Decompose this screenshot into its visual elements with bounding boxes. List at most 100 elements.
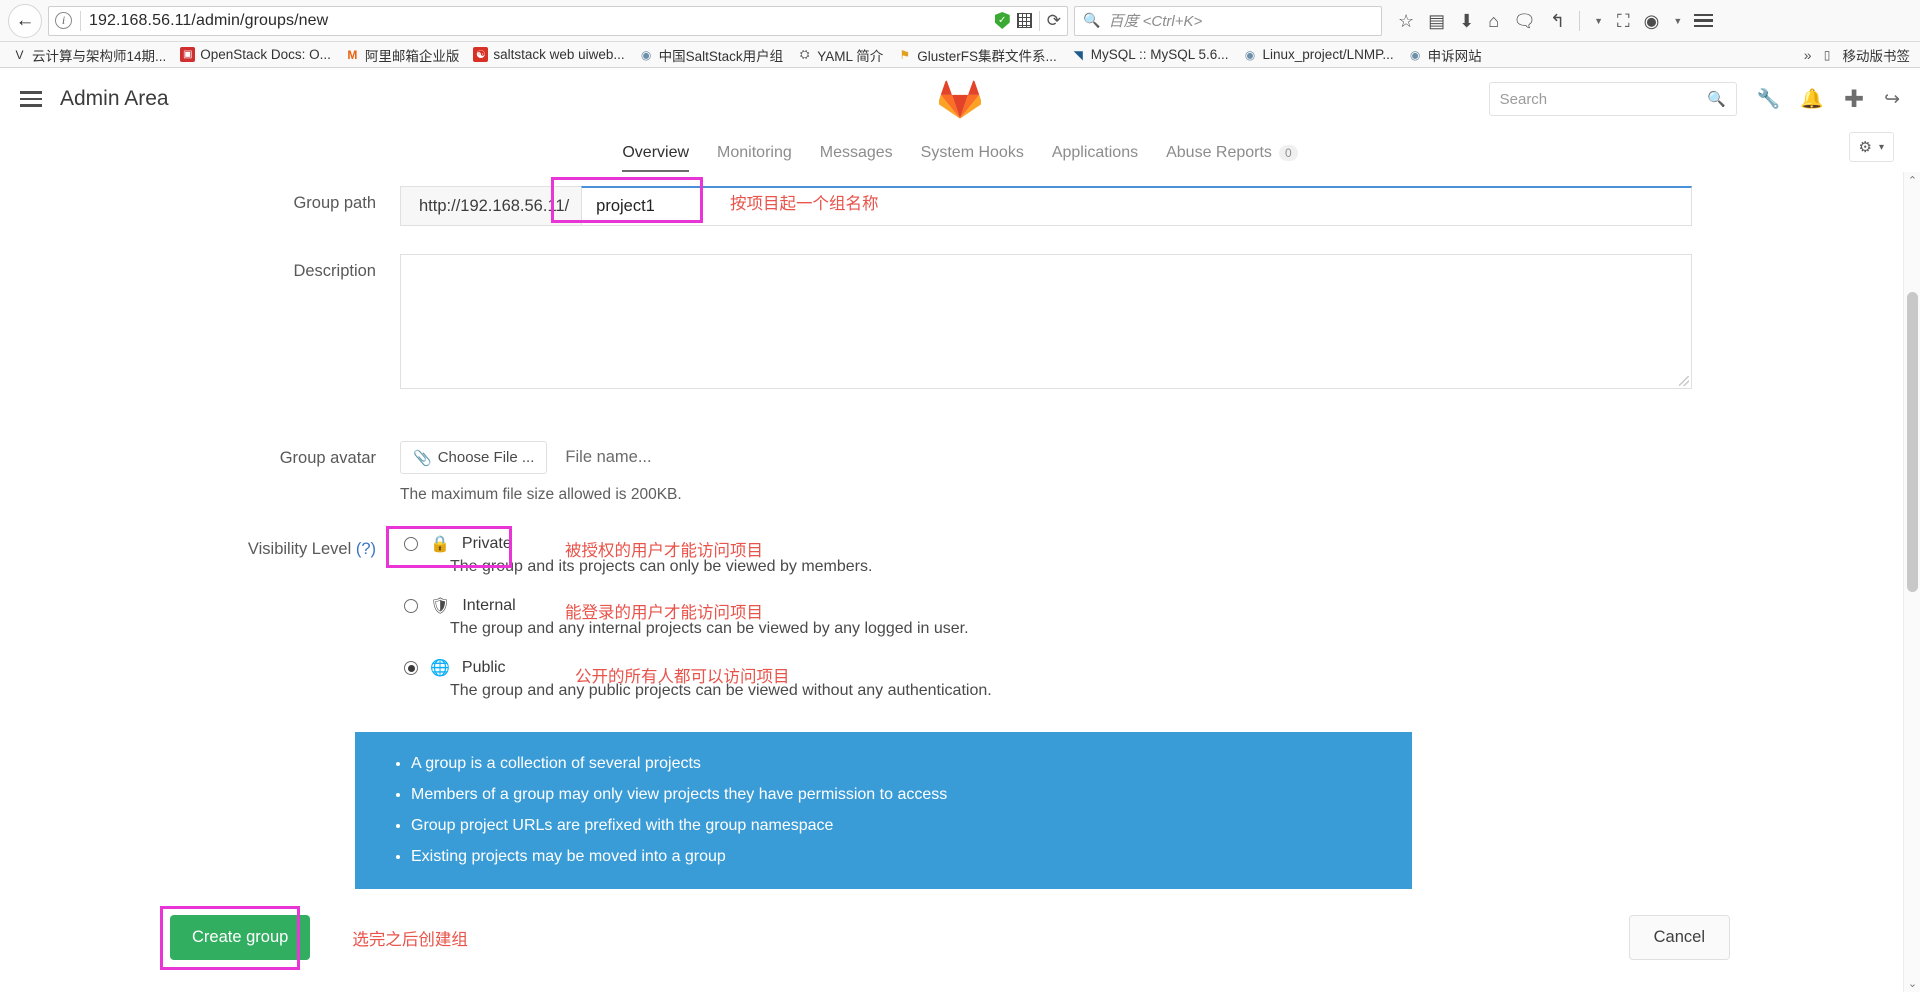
toolbar-divider bbox=[1579, 10, 1581, 31]
plus-icon[interactable]: ✚ bbox=[1844, 85, 1864, 114]
gitlab-logo-icon[interactable] bbox=[939, 80, 981, 120]
url-bar[interactable]: i 192.168.56.11/admin/groups/new ⟳ bbox=[48, 5, 1068, 36]
account-icon[interactable]: ◉ bbox=[1644, 12, 1660, 30]
cancel-button[interactable]: Cancel bbox=[1628, 915, 1730, 960]
visibility-label-text: Visibility Level bbox=[247, 540, 352, 558]
gitlab-header: Admin Area Search 🔍 🔧 🔔 ✚ ↪ bbox=[0, 68, 1920, 130]
info-list-item: Group project URLs are prefixed with the… bbox=[411, 816, 1392, 836]
browser-toolbar: ← i 192.168.56.11/admin/groups/new ⟳ 🔍 百… bbox=[0, 0, 1920, 42]
bookmark-item[interactable]: ◥ MySQL :: MySQL 5.6... bbox=[1065, 45, 1235, 64]
bookmark-item[interactable]: ⚑ GlusterFS集群文件系... bbox=[891, 43, 1063, 67]
radio-private[interactable] bbox=[404, 537, 418, 551]
visibility-option-private[interactable]: 🔒 Private The group and its projects can… bbox=[386, 526, 1790, 576]
settings-dropdown-button[interactable]: ⚙ ▾ bbox=[1848, 132, 1894, 162]
bookmark-item[interactable]: ⛭ YAML 简介 bbox=[791, 43, 889, 67]
security-shield-icon[interactable] bbox=[994, 12, 1010, 29]
bookmarks-overflow-icon[interactable]: » bbox=[1804, 47, 1812, 63]
bookmark-item[interactable]: ◉ 中国SaltStack用户组 bbox=[633, 43, 790, 67]
form-row-description: Description bbox=[0, 254, 1920, 389]
tab-overview[interactable]: Overview bbox=[622, 144, 689, 172]
visibility-help-link[interactable]: (?) bbox=[356, 540, 376, 558]
visibility-option-public[interactable]: 🌐 Public The group and any public projec… bbox=[400, 652, 1790, 700]
radio-public[interactable] bbox=[404, 661, 418, 675]
tab-applications[interactable]: Applications bbox=[1052, 144, 1138, 172]
qr-code-icon[interactable] bbox=[1016, 13, 1032, 28]
bookmark-item[interactable]: ▣ OpenStack Docs: O... bbox=[174, 45, 337, 64]
page-scrollbar[interactable]: ⌃ ⌄ bbox=[1903, 172, 1920, 992]
bookmark-favicon: V bbox=[15, 47, 24, 62]
undo-icon[interactable]: ↰ bbox=[1550, 12, 1565, 30]
bookmark-favicon: ◥ bbox=[1073, 47, 1083, 62]
star-icon[interactable]: ☆ bbox=[1398, 12, 1414, 30]
bookmark-item[interactable]: ◉ 申诉网站 bbox=[1402, 43, 1488, 67]
resize-handle[interactable] bbox=[1679, 376, 1689, 386]
pocket-icon[interactable]: 🗨 bbox=[1513, 12, 1536, 30]
home-icon[interactable]: ⌂ bbox=[1488, 12, 1499, 30]
hamburger-menu-icon[interactable] bbox=[20, 90, 42, 108]
bell-icon[interactable]: 🔔 bbox=[1800, 87, 1824, 111]
bookmark-favicon: M bbox=[347, 47, 358, 62]
group-path-prefix: http://192.168.56.11/ bbox=[400, 186, 582, 226]
page-content: Group path http://192.168.56.11/ project… bbox=[0, 172, 1920, 992]
tab-label: System Hooks bbox=[920, 144, 1024, 161]
group-path-label: Group path bbox=[293, 194, 376, 212]
bookmark-item[interactable]: V 云计算与架构师14期... bbox=[6, 43, 172, 67]
visibility-option-label: Public bbox=[461, 659, 506, 676]
screenshot-icon[interactable]: ⛶ bbox=[1617, 12, 1630, 30]
radio-internal[interactable] bbox=[404, 599, 418, 613]
visibility-option-label: Private bbox=[461, 535, 512, 552]
browser-menu-icon[interactable] bbox=[1694, 13, 1714, 28]
url-text: 192.168.56.11/admin/groups/new bbox=[89, 11, 329, 29]
visibility-option-label: Internal bbox=[462, 597, 516, 614]
lock-icon: 🔒 bbox=[430, 536, 450, 553]
choose-file-button[interactable]: 📎 Choose File ... bbox=[400, 441, 548, 474]
downloads-icon[interactable]: ⬇ bbox=[1459, 12, 1474, 30]
annotation-group-path: 按项目起一个组名称 bbox=[730, 195, 879, 213]
tab-messages[interactable]: Messages bbox=[820, 144, 893, 172]
description-textarea[interactable] bbox=[400, 254, 1692, 389]
group-avatar-label: Group avatar bbox=[279, 449, 376, 467]
page-info-icon[interactable]: i bbox=[55, 12, 72, 29]
bookmark-label: MySQL :: MySQL 5.6... bbox=[1090, 47, 1229, 62]
bookmark-item[interactable]: M 阿里邮箱企业版 bbox=[339, 43, 466, 67]
gitlab-search-input[interactable]: Search 🔍 bbox=[1488, 82, 1737, 116]
tab-monitoring[interactable]: Monitoring bbox=[717, 144, 792, 172]
group-path-input-group[interactable]: http://192.168.56.11/ project1 bbox=[400, 186, 1692, 226]
create-group-button[interactable]: Create group bbox=[170, 915, 311, 960]
avatar-help-text: The maximum file size allowed is 200KB. bbox=[400, 486, 682, 503]
mobile-bookmarks-label[interactable]: 移动版书签 bbox=[1843, 45, 1911, 65]
search-icon: 🔍 bbox=[1706, 91, 1726, 108]
info-list-item: A group is a collection of several proje… bbox=[411, 754, 1392, 774]
info-list-item: Existing projects may be moved into a gr… bbox=[411, 847, 1392, 867]
bookmark-label: saltstack web uiweb... bbox=[493, 47, 625, 62]
chevron-down-icon-2[interactable]: ▼ bbox=[1673, 16, 1682, 26]
tab-abuse-reports[interactable]: Abuse Reports 0 bbox=[1166, 144, 1298, 172]
bookmark-label: 申诉网站 bbox=[1427, 48, 1482, 64]
library-icon[interactable]: ▤ bbox=[1428, 12, 1445, 30]
scroll-up-icon[interactable]: ⌃ bbox=[1904, 172, 1920, 189]
bookmark-favicon: ◉ bbox=[1409, 47, 1421, 62]
gear-icon: ⚙ bbox=[1858, 139, 1872, 156]
tab-system-hooks[interactable]: System Hooks bbox=[921, 144, 1024, 172]
new-group-form: Group path http://192.168.56.11/ project… bbox=[0, 177, 1920, 970]
page-title: Admin Area bbox=[60, 87, 169, 110]
choose-file-label: Choose File ... bbox=[437, 449, 535, 466]
bookmark-label: 中国SaltStack用户组 bbox=[658, 48, 784, 64]
annotation-private: 被授权的用户才能访问项目 bbox=[565, 542, 763, 560]
globe-icon: 🌐 bbox=[430, 660, 450, 677]
wrench-icon[interactable]: 🔧 bbox=[1757, 87, 1781, 111]
tab-label: Abuse Reports bbox=[1166, 144, 1272, 161]
browser-search-placeholder: 百度 <Ctrl+K> bbox=[1108, 13, 1203, 30]
chevron-down-icon[interactable]: ▼ bbox=[1594, 16, 1603, 26]
scroll-down-icon[interactable]: ⌄ bbox=[1904, 975, 1920, 992]
bookmark-favicon: ⚑ bbox=[899, 47, 911, 62]
browser-search-input[interactable]: 🔍 百度 <Ctrl+K> bbox=[1074, 5, 1382, 36]
gitlab-nav-tabs: Overview Monitoring Messages System Hook… bbox=[0, 130, 1920, 172]
scrollbar-thumb[interactable] bbox=[1907, 292, 1918, 592]
visibility-option-internal[interactable]: 🛡 Internal The group and any internal pr… bbox=[400, 590, 1790, 638]
back-arrow-icon[interactable]: ← bbox=[8, 3, 42, 38]
bookmark-item[interactable]: ☯ saltstack web uiweb... bbox=[467, 45, 630, 64]
reload-icon[interactable]: ⟳ bbox=[1047, 11, 1061, 31]
sign-out-icon[interactable]: ↪ bbox=[1884, 88, 1900, 111]
bookmark-item[interactable]: ◉ Linux_project/LNMP... bbox=[1237, 45, 1400, 64]
